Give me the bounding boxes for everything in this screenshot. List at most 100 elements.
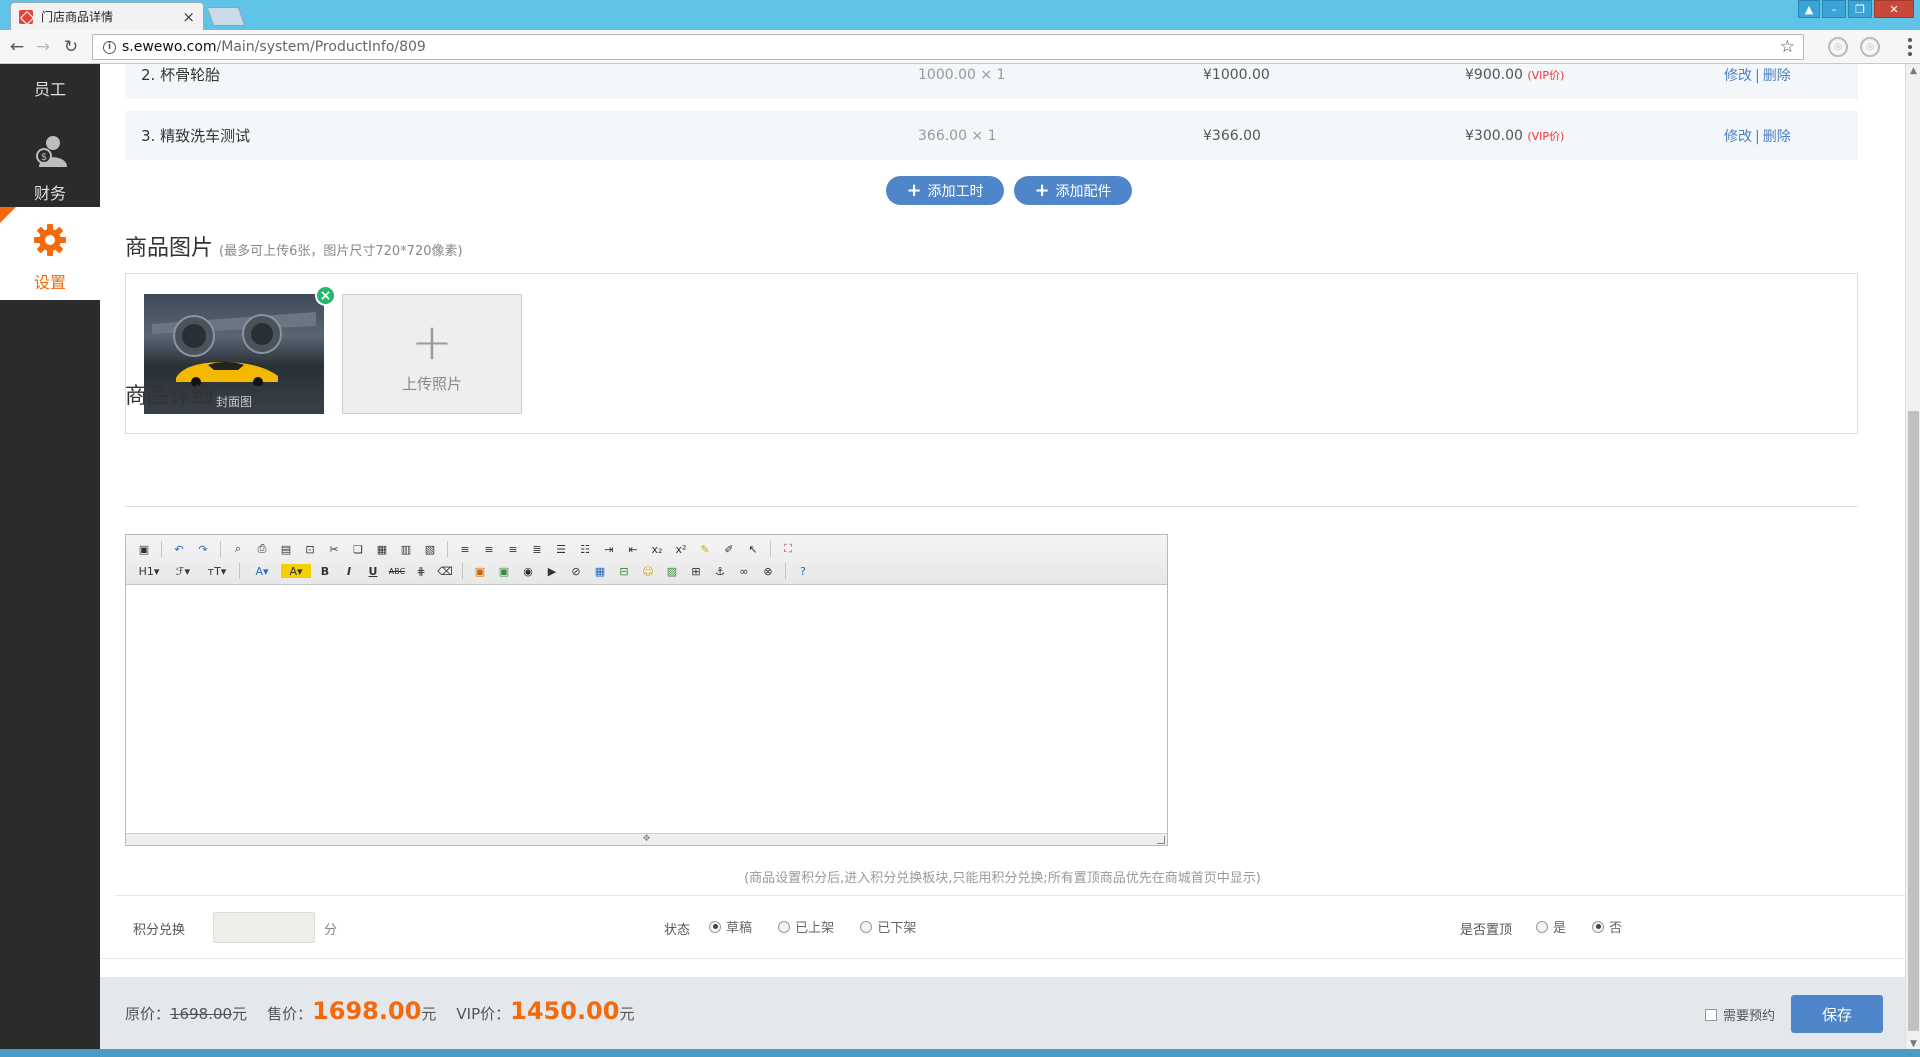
heading-icon[interactable]: H1▾: [134, 561, 164, 581]
browser-menu-icon[interactable]: [1908, 38, 1912, 56]
add-labor-button[interactable]: + 添加工时: [886, 176, 1004, 205]
booking-checkbox[interactable]: 需要预约: [1705, 1005, 1775, 1024]
sidebar-item-staff[interactable]: 员工: [0, 64, 100, 104]
toolbar-separator: [770, 541, 771, 557]
bold-icon[interactable]: B: [315, 561, 335, 581]
close-window-button[interactable]: ✕: [1874, 0, 1914, 18]
tab-close-icon[interactable]: ×: [182, 8, 195, 26]
font-color-icon[interactable]: A▾: [247, 561, 277, 581]
preview-icon[interactable]: ⌕: [228, 539, 248, 559]
pin-top-radio-no[interactable]: 否: [1592, 917, 1622, 936]
points-unit: 分: [324, 923, 338, 938]
help-icon[interactable]: ?: [793, 561, 813, 581]
info-icon[interactable]: i: [103, 40, 116, 54]
code-icon[interactable]: ⊡: [300, 539, 320, 559]
align-justify-icon[interactable]: ≣: [527, 539, 547, 559]
currency-unit: 元: [619, 1005, 635, 1023]
horizontal-rule-icon[interactable]: ⊟: [614, 561, 634, 581]
paste-text-icon[interactable]: ▥: [396, 539, 416, 559]
align-center-icon[interactable]: ≡: [479, 539, 499, 559]
template-icon[interactable]: ▤: [276, 539, 296, 559]
print-icon[interactable]: ⎙: [252, 539, 272, 559]
line-height-icon[interactable]: ⋕: [411, 561, 431, 581]
bookmark-star-icon[interactable]: ☆: [1780, 37, 1795, 57]
pin-top-radio-yes[interactable]: 是: [1536, 917, 1566, 936]
back-arrow-icon[interactable]: ←: [6, 37, 28, 57]
emoji-icon[interactable]: ☺: [638, 561, 658, 581]
subscript-icon[interactable]: x₂: [647, 539, 667, 559]
browser-tab[interactable]: 门店商品详情 ×: [10, 2, 204, 30]
highlight-color-icon[interactable]: A▾: [281, 564, 311, 578]
vip-price-label: VIP价：: [456, 1005, 511, 1023]
restore-button[interactable]: ❐: [1848, 0, 1872, 18]
redo-icon[interactable]: ↷: [193, 539, 213, 559]
section-title: 商品图片: [125, 236, 214, 261]
eraser-icon[interactable]: ⌫: [435, 561, 455, 581]
ordered-list-icon[interactable]: ☰: [551, 539, 571, 559]
new-tab-button[interactable]: [206, 7, 246, 26]
status-radio-listed[interactable]: 已上架: [778, 917, 834, 936]
fullscreen-icon[interactable]: ⛶: [778, 539, 798, 559]
anchor-icon[interactable]: ⚓: [710, 561, 730, 581]
sidebar: 员工 $ 财务 设置: [0, 64, 100, 1052]
font-size-icon[interactable]: ᴛT▾: [202, 561, 232, 581]
select-all-icon[interactable]: ↖: [743, 539, 763, 559]
editor-content-area[interactable]: [126, 585, 1167, 833]
user-icon[interactable]: ▲: [1798, 0, 1820, 18]
paste-word-icon[interactable]: ▧: [420, 539, 440, 559]
cut-icon[interactable]: ✂: [324, 539, 344, 559]
source-icon[interactable]: ▣: [134, 539, 154, 559]
image-icon[interactable]: ▣: [470, 561, 490, 581]
unordered-list-icon[interactable]: ☷: [575, 539, 595, 559]
clear-format-icon[interactable]: ✎: [695, 539, 715, 559]
page-scrollbar[interactable]: ▲ ▼: [1905, 64, 1920, 1052]
undo-icon[interactable]: ↶: [169, 539, 189, 559]
sidebar-item-finance[interactable]: $ 财务: [0, 128, 100, 203]
scroll-up-arrow-icon[interactable]: ▲: [1906, 64, 1920, 79]
quick-format-icon[interactable]: ✐: [719, 539, 739, 559]
font-family-icon[interactable]: ℱ▾: [168, 561, 198, 581]
insert-image-icon[interactable]: ▨: [662, 561, 682, 581]
save-button[interactable]: 保存: [1791, 995, 1883, 1033]
status-radio-draft[interactable]: 草稿: [709, 917, 752, 936]
forward-arrow-icon[interactable]: →: [32, 37, 54, 57]
extension-icon-2[interactable]: ◎: [1860, 37, 1880, 57]
superscript-icon[interactable]: x²: [671, 539, 691, 559]
scroll-thumb[interactable]: [1908, 411, 1919, 1031]
copy-icon[interactable]: ❏: [348, 539, 368, 559]
outdent-icon[interactable]: ⇤: [623, 539, 643, 559]
page-break-icon[interactable]: ⊞: [686, 561, 706, 581]
delete-link[interactable]: 删除: [1763, 68, 1791, 84]
strikethrough-icon[interactable]: ABC: [387, 561, 407, 581]
media-icon[interactable]: ▶: [542, 561, 562, 581]
delete-link[interactable]: 删除: [1763, 129, 1791, 145]
upload-photo-button[interactable]: + 上传照片: [342, 294, 522, 414]
unlink-icon[interactable]: ⊗: [758, 561, 778, 581]
resize-handle-icon[interactable]: ✥: [643, 834, 651, 844]
edit-link[interactable]: 修改: [1724, 68, 1752, 84]
paste-icon[interactable]: ▦: [372, 539, 392, 559]
indent-icon[interactable]: ⇥: [599, 539, 619, 559]
status-radio-delisted[interactable]: 已下架: [860, 917, 916, 936]
url-bar[interactable]: i s.ewewo.com/Main/system/ProductInfo/80…: [92, 34, 1804, 60]
resize-grip-icon[interactable]: [1157, 836, 1165, 844]
link-icon[interactable]: ∞: [734, 561, 754, 581]
flash-icon[interactable]: ◉: [518, 561, 538, 581]
underline-icon[interactable]: U: [363, 561, 383, 581]
attachment-icon[interactable]: ⊘: [566, 561, 586, 581]
table-icon[interactable]: ▦: [590, 561, 610, 581]
minimize-button[interactable]: –: [1822, 0, 1846, 18]
italic-icon[interactable]: I: [339, 561, 359, 581]
points-input[interactable]: [213, 912, 315, 943]
sidebar-item-label: 设置: [33, 273, 66, 292]
multi-image-icon[interactable]: ▣: [494, 561, 514, 581]
extension-icon[interactable]: ◎: [1828, 37, 1848, 57]
edit-link[interactable]: 修改: [1724, 129, 1752, 145]
reload-icon[interactable]: ↻: [60, 37, 82, 57]
add-parts-button[interactable]: + 添加配件: [1014, 176, 1132, 205]
align-left-icon[interactable]: ≡: [455, 539, 475, 559]
sale-price-value: 1698.00: [312, 997, 422, 1025]
align-right-icon[interactable]: ≡: [503, 539, 523, 559]
remove-image-icon[interactable]: ×: [315, 285, 336, 306]
editor-toolbar: ▣ ↶ ↷ ⌕ ⎙ ▤ ⊡ ✂ ❏ ▦ ▥ ▧ ≡ ≡ ≡ ≣ ☰ ☷ ⇥ ⇤ …: [126, 535, 1167, 585]
